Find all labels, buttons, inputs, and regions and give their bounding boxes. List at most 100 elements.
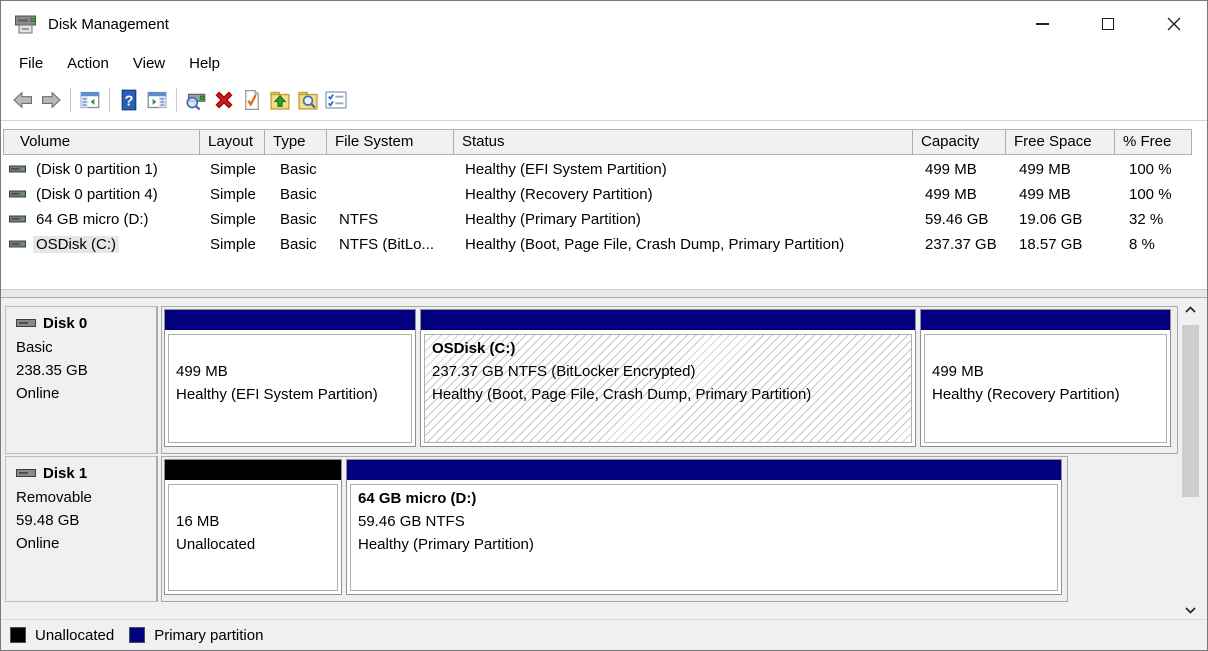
column-header-pct-free[interactable]: % Free: [1114, 129, 1192, 155]
view-options-button[interactable]: [322, 86, 350, 114]
disk-status: Online: [16, 382, 156, 405]
forward-button[interactable]: [37, 86, 65, 114]
delete-button[interactable]: [210, 86, 238, 114]
volume-disk-icon: [9, 240, 26, 249]
column-header-file-system[interactable]: File System: [326, 129, 454, 155]
scrollbar-thumb[interactable]: [1182, 325, 1199, 497]
vertical-scrollbar[interactable]: [1181, 301, 1200, 619]
partition-status: Healthy (Primary Partition): [358, 533, 1053, 556]
volume-list-header: Volume Layout Type File System Status Ca…: [3, 129, 1192, 155]
title-bar: Disk Management: [1, 1, 1207, 47]
up-folder-button[interactable]: [266, 86, 294, 114]
menu-help[interactable]: Help: [177, 51, 232, 76]
column-header-layout[interactable]: Layout: [199, 129, 265, 155]
toolbar-separator: [70, 88, 71, 112]
partition-color-bar: [347, 460, 1061, 480]
volume-layout: Simple: [200, 161, 266, 178]
volume-status: Healthy (EFI System Partition): [457, 161, 917, 178]
unallocated-swatch: [10, 627, 26, 643]
search-folder-button[interactable]: [294, 86, 322, 114]
disk-search-icon: [184, 90, 208, 110]
column-header-volume[interactable]: Volume: [3, 129, 200, 155]
volume-capacity: 59.46 GB: [917, 211, 1011, 228]
volume-name: 64 GB micro (D:): [33, 211, 152, 228]
delete-x-icon: [213, 89, 235, 111]
show-console-tree-button[interactable]: [76, 86, 104, 114]
volume-type: Basic: [266, 186, 329, 203]
maximize-button[interactable]: [1075, 1, 1141, 47]
partition-size: 16 MB: [176, 510, 333, 533]
partition-name: 64 GB micro (D:): [358, 487, 1053, 510]
column-header-free-space[interactable]: Free Space: [1005, 129, 1115, 155]
volume-capacity: 237.37 GB: [917, 236, 1011, 253]
menu-file[interactable]: File: [7, 51, 55, 76]
column-header-type[interactable]: Type: [264, 129, 327, 155]
help-button[interactable]: ?: [115, 86, 143, 114]
disk-1-info-panel[interactable]: Disk 1 Removable 59.48 GB Online: [5, 456, 158, 602]
partition-name: OSDisk (C:): [432, 337, 907, 360]
scrollbar-track[interactable]: [1181, 318, 1200, 602]
partition-micro-d[interactable]: 64 GB micro (D:) 59.46 GB NTFS Healthy (…: [346, 459, 1062, 595]
volume-name: (Disk 0 partition 1): [33, 161, 161, 178]
table-row[interactable]: 64 GB micro (D:) Simple Basic NTFS Healt…: [3, 207, 1205, 232]
volume-capacity: 499 MB: [917, 161, 1011, 178]
disk-1-partition-strip: 16 MB Unallocated 64 GB micro (D:) 59.46…: [161, 456, 1068, 602]
volume-disk-icon: [9, 215, 26, 224]
volume-type: Basic: [266, 236, 329, 253]
table-row[interactable]: (Disk 0 partition 4) Simple Basic Health…: [3, 182, 1205, 207]
close-icon: [1167, 17, 1181, 31]
volume-status: Healthy (Boot, Page File, Crash Dump, Pr…: [457, 236, 917, 253]
disk-type: Basic: [16, 336, 156, 359]
minimize-button[interactable]: [1009, 1, 1075, 47]
disk-label: Disk 1: [43, 465, 87, 482]
partition-status: Healthy (Boot, Page File, Crash Dump, Pr…: [432, 383, 907, 406]
partition-osdisk-c[interactable]: OSDisk (C:) 237.37 GB NTFS (BitLocker En…: [420, 309, 916, 447]
disk-management-window: Disk Management File Action View Help: [0, 0, 1208, 651]
partition-efi-system[interactable]: 499 MB Healthy (EFI System Partition): [164, 309, 416, 447]
table-row-selected[interactable]: OSDisk (C:) Simple Basic NTFS (BitLo... …: [3, 232, 1205, 257]
scroll-down-button[interactable]: [1181, 602, 1200, 619]
back-icon: [12, 91, 34, 109]
window-title: Disk Management: [48, 16, 169, 33]
partition-recovery[interactable]: 499 MB Healthy (Recovery Partition): [920, 309, 1171, 447]
back-button[interactable]: [9, 86, 37, 114]
menu-view[interactable]: View: [121, 51, 177, 76]
disk-label: Disk 0: [43, 315, 87, 332]
partition-color-bar: [165, 460, 341, 480]
toolbar-separator: [109, 88, 110, 112]
volume-free-space: 499 MB: [1011, 161, 1121, 178]
action-pane-icon: [146, 90, 168, 110]
partition-size: 59.46 GB NTFS: [358, 510, 1053, 533]
menu-action[interactable]: Action: [55, 51, 121, 76]
column-header-capacity[interactable]: Capacity: [912, 129, 1006, 155]
show-action-pane-button[interactable]: [143, 86, 171, 114]
partition-color-bar: [165, 310, 415, 330]
disk-size: 238.35 GB: [16, 359, 156, 382]
close-button[interactable]: [1141, 1, 1207, 47]
graphical-view: Disk 0 Basic 238.35 GB Online 499 MB Hea…: [1, 298, 1207, 650]
document-check-icon: [242, 89, 262, 111]
disk-icon: [16, 468, 36, 479]
menu-bar: File Action View Help: [1, 47, 1207, 80]
partition-color-bar: [421, 310, 915, 330]
volume-free-space: 18.57 GB: [1011, 236, 1121, 253]
properties-button[interactable]: [238, 86, 266, 114]
partition-unallocated[interactable]: 16 MB Unallocated: [164, 459, 342, 595]
rescan-disks-button[interactable]: [182, 86, 210, 114]
disk-icon: [16, 318, 36, 329]
pane-splitter[interactable]: [1, 289, 1207, 298]
partition-name: [176, 337, 407, 360]
scroll-up-button[interactable]: [1181, 301, 1200, 318]
disk-0-info-panel[interactable]: Disk 0 Basic 238.35 GB Online: [5, 306, 158, 454]
table-row[interactable]: (Disk 0 partition 1) Simple Basic Health…: [3, 157, 1205, 182]
svg-text:?: ?: [125, 94, 134, 110]
disk-size: 59.48 GB: [16, 509, 156, 532]
partition-name: [932, 337, 1162, 360]
console-tree-icon: [79, 90, 101, 110]
legend-bar: Unallocated Primary partition: [1, 619, 1207, 650]
volume-disk-icon: [9, 190, 26, 199]
disk-type: Removable: [16, 486, 156, 509]
column-header-status[interactable]: Status: [453, 129, 913, 155]
partition-status: Unallocated: [176, 533, 333, 556]
primary-partition-swatch: [129, 627, 145, 643]
